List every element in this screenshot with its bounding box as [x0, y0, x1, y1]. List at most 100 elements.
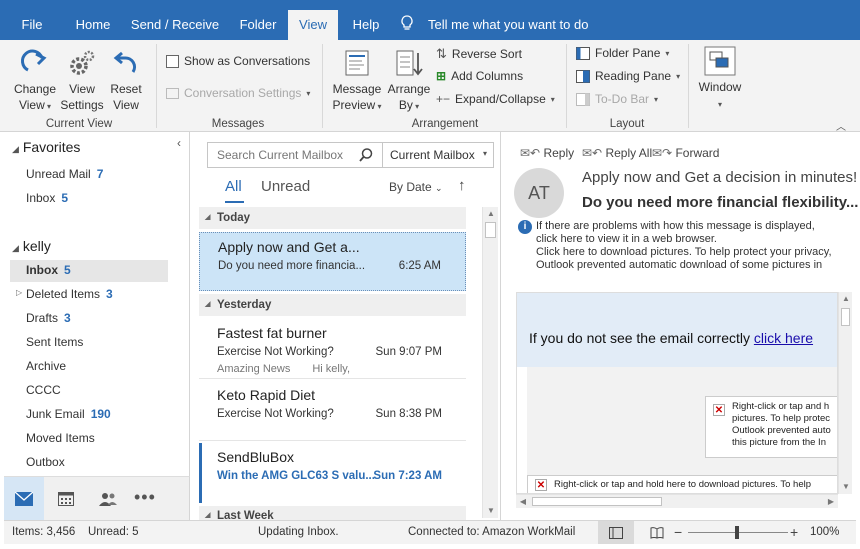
collapse-ribbon-icon[interactable]: ︿: [836, 118, 846, 133]
sort-direction-icon[interactable]: ↑: [458, 177, 466, 194]
lightbulb-icon: [400, 13, 414, 30]
reading-pane-button[interactable]: Reading Pane ▾: [576, 69, 680, 83]
favorite-inbox[interactable]: Inbox 5: [26, 191, 68, 205]
nav-people[interactable]: [90, 477, 126, 520]
placeholder-line: this picture from the In: [732, 437, 826, 448]
sort-by-date[interactable]: By Date ⌄: [389, 180, 443, 194]
message-item-unread[interactable]: SendBluBox Win the AMG GLC63 S valu... S…: [199, 443, 466, 503]
folder-label: Junk Email: [26, 407, 85, 421]
blocked-image-placeholder[interactable]: ✕ Right-click or tap and h pictures. To …: [705, 396, 837, 458]
tell-me-box[interactable]: Tell me what you want to do: [400, 10, 600, 40]
info-bar[interactable]: If there are problems with how this mess…: [536, 220, 852, 272]
arrange-by-line2: By: [398, 98, 413, 112]
scroll-thumb[interactable]: [532, 497, 662, 506]
folder-archive[interactable]: Archive: [26, 359, 66, 373]
folder-deleted-items[interactable]: Deleted Items 3: [26, 287, 113, 301]
filter-all[interactable]: All: [225, 178, 242, 195]
info-line: If there are problems with how this mess…: [536, 220, 815, 232]
group-header-today[interactable]: Today: [199, 207, 466, 229]
message-time: 6:25 AM: [398, 260, 441, 272]
nav-mail[interactable]: [4, 477, 44, 520]
sort-label: By Date: [389, 180, 432, 194]
folder-outbox[interactable]: Outbox: [26, 455, 65, 469]
reset-view-button[interactable]: Reset View: [106, 48, 146, 113]
search-scope-dropdown[interactable]: Current Mailbox: [390, 148, 475, 162]
tab-help[interactable]: Help: [338, 10, 394, 40]
folder-inbox[interactable]: Inbox 5: [26, 263, 71, 277]
message-list-scrollbar[interactable]: ▲ ▼: [482, 207, 498, 518]
folder-junk-email[interactable]: Junk Email 190: [26, 407, 111, 421]
scroll-thumb[interactable]: [485, 222, 496, 238]
group-header-last-week[interactable]: Last Week: [199, 506, 466, 520]
account-header[interactable]: ◢ kelly: [12, 238, 51, 254]
search-icon[interactable]: [359, 148, 373, 162]
scroll-right-icon[interactable]: ▶: [824, 495, 838, 509]
view-settings-button[interactable]: View Settings: [60, 48, 104, 113]
message-item[interactable]: Keto Rapid Diet Exercise Not Working? Su…: [199, 381, 466, 441]
zoom-in-button[interactable]: +: [790, 524, 798, 540]
conversation-settings-button[interactable]: Conversation Settings ▾: [166, 86, 310, 100]
navigation-bar: •••: [4, 476, 190, 520]
more-options-icon[interactable]: •••: [134, 487, 156, 508]
expand-collapse-button[interactable]: +− Expand/Collapse ▾: [436, 92, 555, 106]
scroll-up-icon[interactable]: ▲: [839, 292, 853, 306]
add-columns-button[interactable]: ⊞ Add Columns: [436, 69, 523, 83]
placeholder-text: Right-click or tap and hold here to down…: [554, 479, 812, 490]
scroll-left-icon[interactable]: ◀: [516, 495, 530, 509]
reading-vertical-scrollbar[interactable]: ▲ ▼: [838, 292, 852, 494]
change-view-icon: [20, 49, 47, 72]
folder-sent-items[interactable]: Sent Items: [26, 335, 83, 349]
tab-view[interactable]: View: [288, 10, 338, 40]
reply-button[interactable]: ✉↶ Reply: [520, 146, 574, 160]
message-item[interactable]: Fastest fat burner Exercise Not Working?…: [199, 319, 466, 379]
folder-pane-button[interactable]: Folder Pane ▾: [576, 46, 669, 60]
reply-label: Reply: [543, 146, 575, 160]
show-conversations-checkbox[interactable]: Show as Conversations: [166, 54, 310, 68]
nav-calendar[interactable]: [48, 477, 84, 520]
gear-icon: [70, 50, 95, 75]
zoom-slider-thumb[interactable]: [735, 526, 739, 539]
group-header-yesterday[interactable]: Yesterday: [199, 294, 466, 316]
book-icon: [650, 527, 664, 539]
tab-file[interactable]: File: [0, 10, 64, 40]
message-item-selected[interactable]: Apply now and Get a... Do you need more …: [199, 232, 466, 291]
scroll-up-icon[interactable]: ▲: [484, 207, 498, 221]
normal-view-button[interactable]: [598, 521, 634, 544]
favorite-unread-mail[interactable]: Unread Mail 7: [26, 167, 103, 181]
blocked-image-placeholder[interactable]: ✕ Right-click or tap and hold here to do…: [527, 475, 837, 493]
reply-all-button[interactable]: ✉↶ Reply All: [582, 146, 652, 160]
tab-folder[interactable]: Folder: [228, 10, 288, 40]
zoom-level[interactable]: 100%: [810, 526, 839, 538]
body-link[interactable]: click here: [754, 330, 813, 346]
folder-moved-items[interactable]: Moved Items: [26, 431, 95, 445]
tab-home[interactable]: Home: [64, 10, 122, 40]
show-conversations-label: Show as Conversations: [184, 54, 311, 68]
scroll-down-icon[interactable]: ▼: [484, 504, 498, 518]
expand-arrow-icon[interactable]: ▷: [16, 288, 22, 297]
favorites-header[interactable]: ◢ Favorites: [12, 139, 80, 155]
filter-unread[interactable]: Unread: [261, 178, 310, 195]
arrange-by-line1: Arrange: [387, 82, 431, 96]
collapse-folder-pane-icon[interactable]: ‹: [177, 136, 181, 150]
todo-bar-button[interactable]: To-Do Bar ▾: [576, 92, 658, 106]
sender-name: Apply now and Get a decision in minutes!: [582, 169, 858, 186]
forward-button[interactable]: ✉↷ Forward: [652, 146, 719, 160]
reverse-sort-button[interactable]: ⇅ Reverse Sort: [436, 46, 522, 62]
folder-cccc[interactable]: CCCC: [26, 383, 61, 397]
zoom-out-button[interactable]: −: [674, 524, 682, 540]
reading-horizontal-scrollbar[interactable]: ◀ ▶: [516, 494, 838, 508]
reading-view-button[interactable]: [642, 521, 672, 544]
add-columns-label: Add Columns: [451, 69, 524, 83]
folder-pane: ‹ ◢ Favorites Unread Mail 7 Inbox 5 ◢ kell…: [4, 132, 190, 476]
scroll-down-icon[interactable]: ▼: [839, 480, 853, 494]
change-view-button[interactable]: Change View ▾: [8, 48, 62, 115]
arrange-by-button[interactable]: Arrange By ▾: [386, 48, 432, 115]
scroll-thumb[interactable]: [841, 308, 850, 326]
preview-from: Amazing News: [217, 363, 291, 375]
window-button[interactable]: Window ▾: [694, 46, 746, 113]
folder-drafts[interactable]: Drafts 3: [26, 311, 71, 325]
message-time: Sun 8:38 PM: [375, 408, 442, 420]
tab-send-receive[interactable]: Send / Receive: [122, 10, 228, 40]
search-input[interactable]: Search Current Mailbox: [217, 148, 343, 162]
message-preview-button[interactable]: Message Preview ▾: [328, 48, 386, 115]
